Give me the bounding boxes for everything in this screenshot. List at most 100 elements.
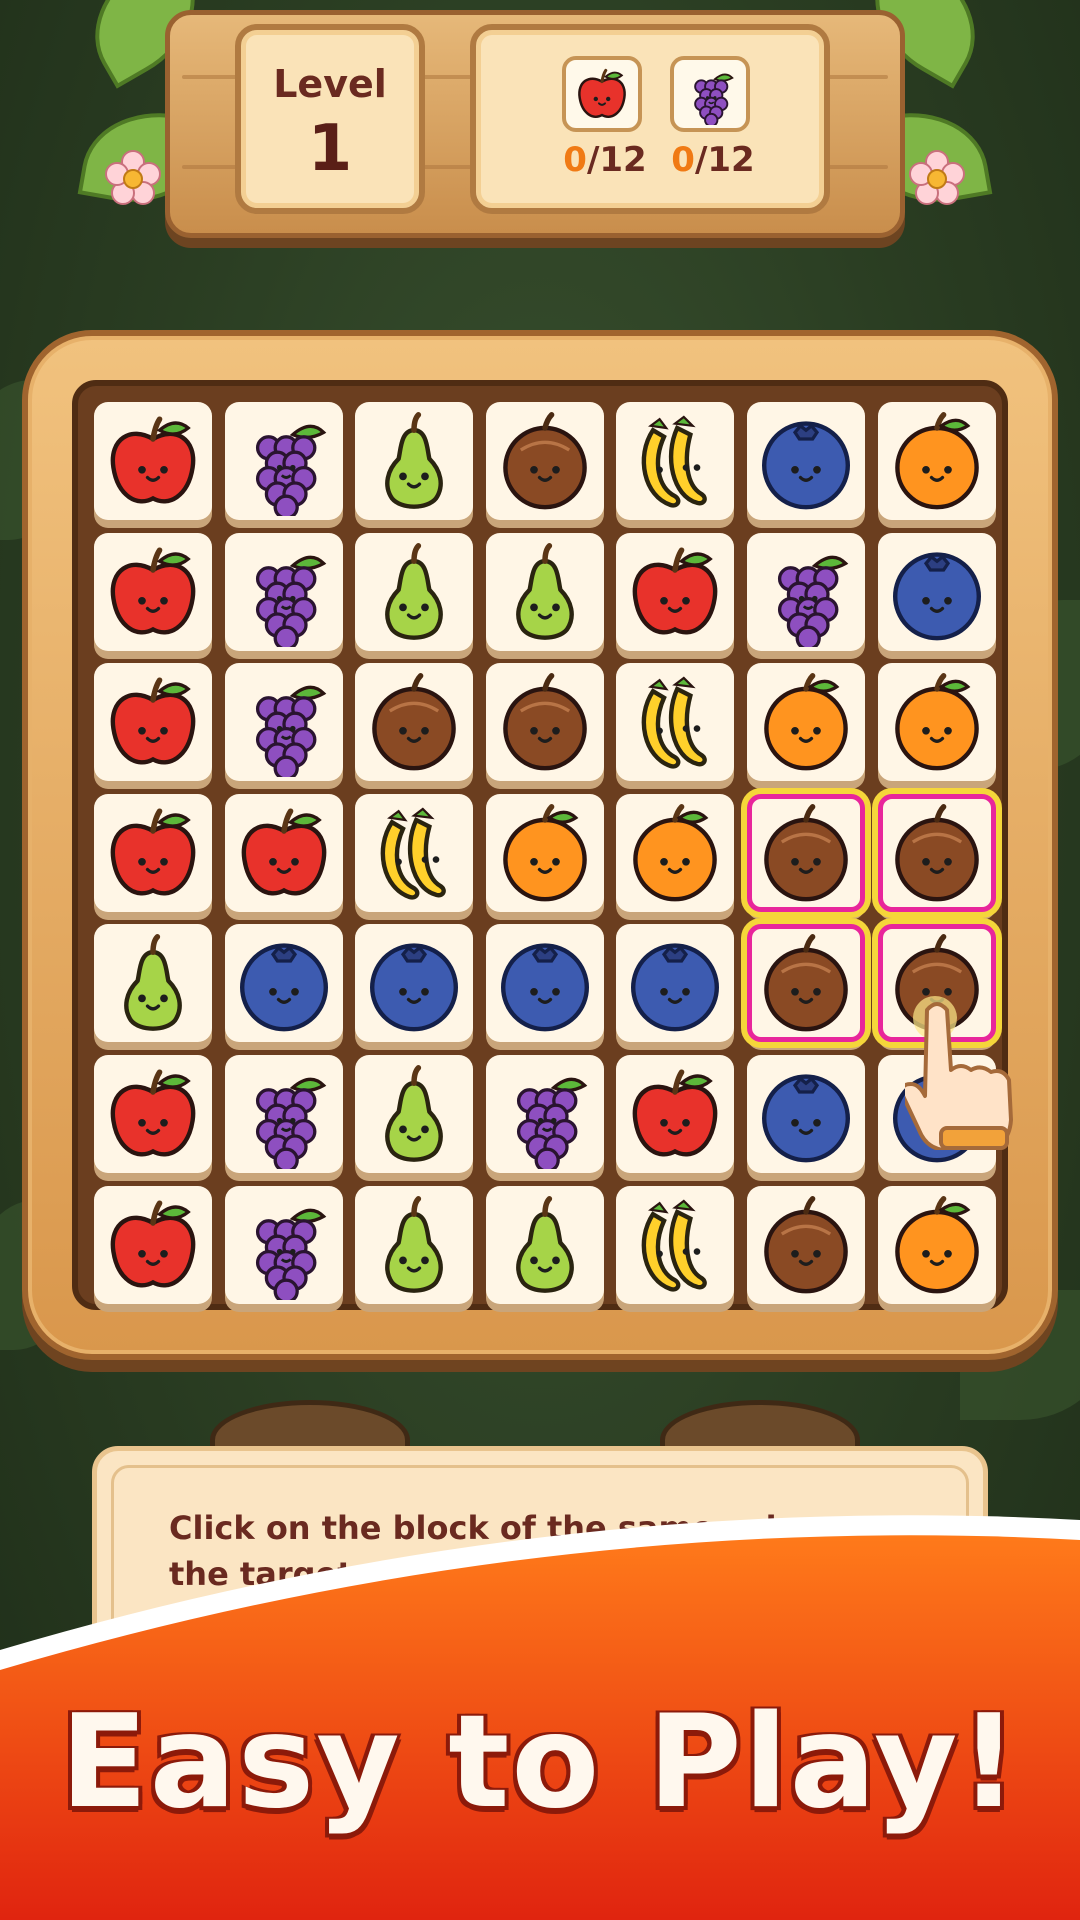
tile-banana[interactable] [355, 793, 474, 912]
orange-icon [894, 673, 979, 771]
flower-icon [909, 150, 965, 205]
apple-icon [110, 416, 196, 504]
coconut-icon [502, 412, 587, 510]
tile-apple[interactable] [616, 1055, 735, 1173]
flower-icon [105, 150, 161, 205]
grape-icon [255, 424, 326, 516]
banana-icon [642, 1199, 708, 1292]
tile-pear[interactable] [355, 402, 474, 520]
pear-icon [385, 542, 444, 640]
pear-icon [385, 1065, 444, 1162]
tile-coconut[interactable] [747, 1185, 865, 1304]
game-scene: Level 1 0/12 0/12 Click on the block of … [0, 0, 1080, 1920]
tile-apple[interactable] [94, 402, 212, 520]
tile-apple[interactable] [94, 1185, 212, 1304]
blueberry-icon [762, 1074, 850, 1163]
goal-count: 0/12 [671, 140, 755, 180]
tile-pear[interactable] [94, 924, 212, 1043]
tile-blueberry[interactable] [747, 1055, 865, 1173]
tile-orange[interactable] [485, 793, 604, 912]
coconut-icon [372, 673, 456, 771]
tile-grape[interactable] [485, 1055, 604, 1173]
orange-icon [894, 1195, 979, 1293]
pear-icon [385, 412, 444, 509]
banana-icon [642, 415, 708, 508]
tile-grape[interactable] [224, 532, 343, 651]
level-header: Level 1 0/12 0/12 [69, 0, 1001, 240]
blueberry-icon [239, 943, 328, 1032]
banana-icon [642, 676, 708, 769]
tile-blueberry[interactable] [747, 402, 865, 520]
blueberry-icon [892, 551, 981, 640]
coconut-icon [764, 803, 848, 902]
tile-coconut[interactable] [747, 793, 865, 912]
orange-icon [764, 673, 848, 771]
coconut-icon [502, 673, 587, 771]
coconut-icon [764, 1195, 848, 1293]
tile-blueberry[interactable] [355, 924, 474, 1043]
level-number: 1 [307, 112, 353, 186]
goal-count: 0/12 [563, 140, 647, 180]
tile-orange[interactable] [616, 793, 735, 912]
tile-apple[interactable] [94, 532, 212, 651]
tile-pear[interactable] [355, 532, 474, 651]
coconut-icon [764, 934, 848, 1032]
tile-grape[interactable] [224, 1185, 343, 1304]
orange-icon [633, 803, 718, 902]
tile-grape[interactable] [224, 402, 343, 520]
tile-grid [72, 380, 1008, 1310]
grape-icon [255, 555, 326, 647]
tile-orange[interactable] [877, 1185, 996, 1304]
tile-orange[interactable] [747, 663, 865, 782]
apple-icon [110, 1069, 196, 1157]
tile-coconut[interactable] [747, 924, 865, 1043]
tile-orange[interactable] [877, 663, 996, 782]
tile-apple[interactable] [616, 532, 735, 651]
tile-apple[interactable] [224, 793, 343, 912]
tile-grape[interactable] [224, 1055, 343, 1173]
pear-icon [515, 1195, 574, 1293]
goal-panel: 0/12 0/12 [470, 24, 830, 214]
tile-coconut[interactable] [877, 793, 996, 912]
orange-icon [894, 412, 979, 510]
tile-blueberry[interactable] [224, 924, 343, 1043]
tile-grape[interactable] [747, 532, 865, 651]
blueberry-icon [370, 943, 459, 1032]
tile-pear[interactable] [485, 532, 604, 651]
tile-coconut[interactable] [355, 663, 474, 782]
tile-banana[interactable] [616, 1185, 735, 1304]
tile-apple[interactable] [94, 793, 212, 912]
apple-icon [110, 547, 196, 635]
tile-apple[interactable] [94, 663, 212, 782]
blueberry-icon [500, 943, 589, 1032]
tile-coconut[interactable] [485, 402, 604, 520]
grape-icon [255, 1077, 326, 1169]
apple-icon [633, 1069, 718, 1157]
tile-grape[interactable] [224, 663, 343, 782]
level-panel: Level 1 [235, 24, 425, 214]
tile-banana[interactable] [616, 663, 735, 782]
apple-icon [241, 808, 326, 896]
tile-pear[interactable] [355, 1055, 474, 1173]
level-label: Level [273, 62, 387, 106]
apple-icon [633, 547, 718, 635]
tile-pear[interactable] [485, 1185, 604, 1304]
grape-icon [255, 685, 326, 778]
tile-banana[interactable] [616, 402, 735, 520]
goal-grape: 0/12 [670, 56, 756, 180]
tile-pear[interactable] [355, 1185, 474, 1304]
pear-icon [385, 1195, 444, 1293]
hand-pointer-icon [905, 996, 1013, 1150]
blueberry-icon [631, 943, 720, 1032]
tile-blueberry[interactable] [485, 924, 604, 1043]
grape-icon [255, 1208, 326, 1300]
tile-orange[interactable] [877, 402, 996, 520]
orange-icon [502, 803, 587, 902]
tile-apple[interactable] [94, 1055, 212, 1173]
tile-blueberry[interactable] [877, 532, 996, 651]
tile-blueberry[interactable] [616, 924, 735, 1043]
pear-icon [124, 934, 182, 1032]
tile-coconut[interactable] [485, 663, 604, 782]
grape-icon [777, 555, 849, 647]
banana-icon [380, 807, 447, 900]
